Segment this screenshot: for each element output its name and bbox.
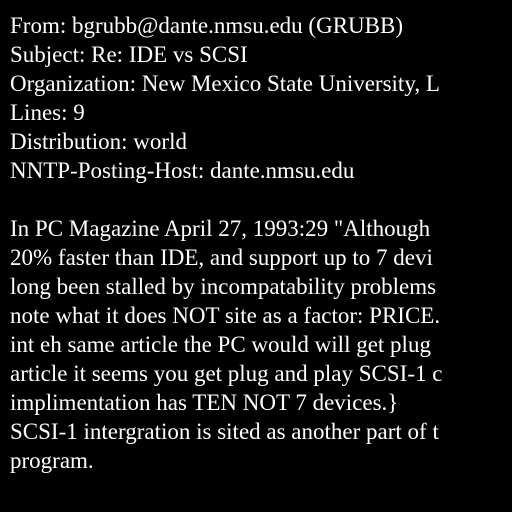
body-line: implimentation has TEN NOT 7 devices.}	[10, 390, 399, 415]
body-line: 20% faster than IDE, and support up to 7…	[10, 245, 433, 270]
body-line: In PC Magazine April 27, 1993:29 "Althou…	[10, 216, 431, 241]
email-document: From: bgrubb@dante.nmsu.edu (GRUBB) Subj…	[0, 0, 512, 512]
header-from: From: bgrubb@dante.nmsu.edu (GRUBB)	[10, 13, 403, 38]
body-line: article it seems you get plug and play S…	[10, 361, 443, 386]
body-line: note what it does NOT site as a factor: …	[10, 303, 441, 328]
header-nntp-posting-host: NNTP-Posting-Host: dante.nmsu.edu	[10, 158, 355, 183]
header-organization: Organization: New Mexico State Universit…	[10, 71, 440, 96]
header-subject: Subject: Re: IDE vs SCSI	[10, 42, 248, 67]
body-line: SCSI-1 intergration is sited as another …	[10, 419, 439, 444]
header-distribution: Distribution: world	[10, 129, 187, 154]
body-line: long been stalled by incompatability pro…	[10, 274, 437, 299]
body-line: int eh same article the PC would will ge…	[10, 332, 431, 357]
body-line: program.	[10, 448, 94, 473]
header-lines: Lines: 9	[10, 100, 85, 125]
